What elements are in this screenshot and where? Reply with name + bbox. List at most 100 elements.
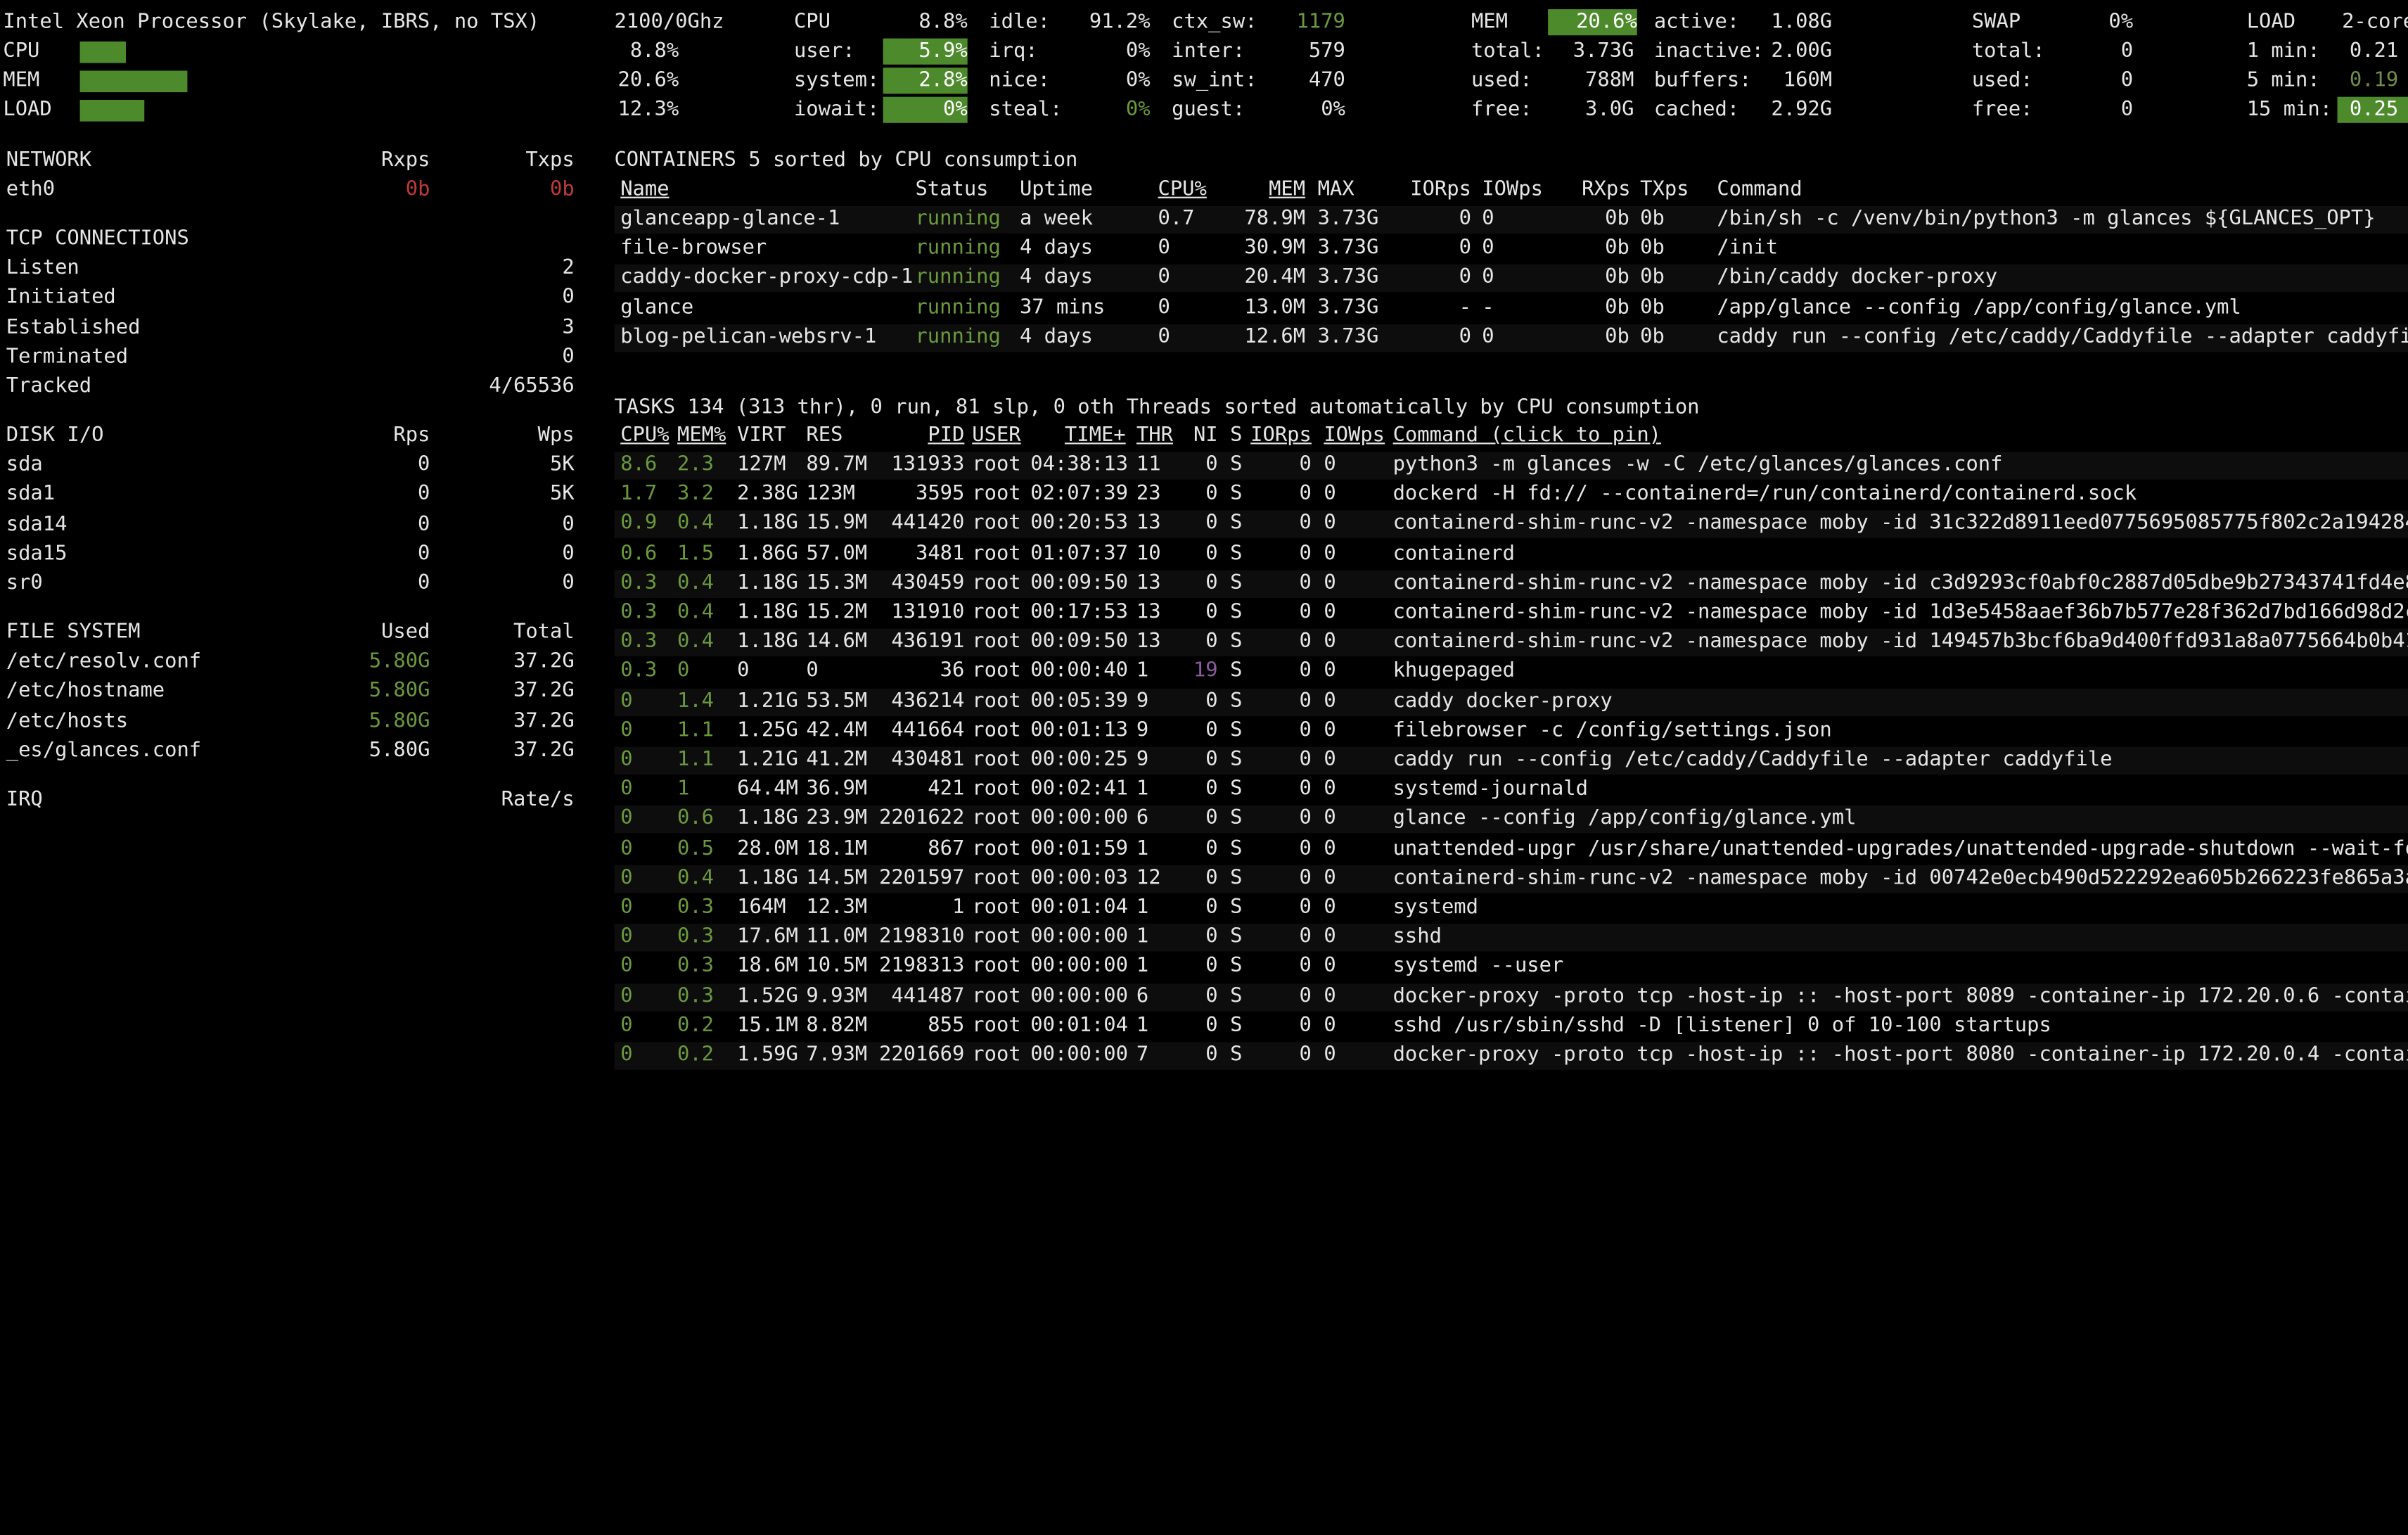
section-title: NETWORK: [6, 148, 92, 172]
process-mem: 0.2: [677, 1043, 715, 1067]
mem-stat-value: 2.92G: [1771, 98, 1833, 122]
process-cpu: 1.7: [620, 483, 658, 507]
process-header-cpu[interactable]: CPU%: [620, 421, 669, 451]
fs-used: 5.80G: [369, 680, 430, 703]
cpu-frequency: 2100/0Ghz: [614, 11, 724, 34]
container-iowps: 0: [1482, 325, 1494, 349]
process-iorps: 0: [1299, 571, 1312, 595]
container-header-cpu[interactable]: CPU%: [1158, 175, 1206, 205]
process-time: 00:20:53: [1030, 512, 1128, 536]
process-cpu: 0: [620, 955, 633, 979]
process-command: sshd /usr/sbin/sshd -D [listener] 0 of 1…: [1392, 1014, 2051, 1038]
container-uptime: a week: [1019, 207, 1093, 231]
process-iorps: 0: [1299, 453, 1312, 477]
tcp-stat-value: 0: [562, 345, 575, 369]
process-iowps: 0: [1324, 836, 1336, 860]
process-command: dockerd -H fd:// --containerd=/run/conta…: [1392, 483, 2137, 507]
process-iowps: 0: [1324, 896, 1336, 919]
process-header-pid[interactable]: PID: [876, 421, 964, 451]
process-cpu: 0: [620, 719, 633, 742]
fs-total: 37.2G: [513, 650, 575, 674]
swap-percent: 0%: [2108, 11, 2134, 34]
process-command: caddy run --config /etc/caddy/Caddyfile …: [1392, 749, 2113, 772]
process-virt: 1.21G: [737, 689, 798, 713]
container-header-mem[interactable]: MEM: [1229, 175, 1305, 205]
mem-stat-value: 160M: [1783, 69, 1833, 93]
disk-name: sda15: [6, 542, 68, 566]
process-virt: 1.18G: [737, 807, 798, 831]
cpu-stat-value: 0%: [1125, 39, 1151, 63]
cpu-stat-label: sw_int:: [1172, 69, 1257, 93]
fs-total: 37.2G: [513, 680, 575, 703]
process-res: 15.3M: [806, 571, 868, 595]
process-thr: 1: [1136, 660, 1149, 683]
process-pid: 441664: [891, 719, 965, 742]
process-mem: 0.4: [677, 571, 715, 595]
container-header-status: Status: [915, 178, 989, 202]
process-mem: 1: [677, 777, 690, 801]
mem-stat-label: buffers:: [1653, 69, 1752, 93]
process-ni: 0: [1205, 955, 1218, 979]
process-virt: 1.18G: [737, 512, 798, 536]
process-thr: 1: [1136, 955, 1149, 979]
container-name: file-browser: [620, 236, 767, 260]
container-header-name[interactable]: Name: [620, 175, 669, 205]
quicklook-label-mem: MEM: [3, 69, 40, 93]
process-pid: 2198313: [878, 955, 965, 979]
disk-name: sr0: [6, 571, 43, 595]
process-status: S: [1230, 660, 1243, 683]
process-header-iowps[interactable]: IOWps: [1324, 421, 1385, 451]
process-header-user[interactable]: USER: [972, 421, 1020, 451]
process-iowps: 0: [1324, 807, 1336, 831]
container-header-rxps: RXps: [1582, 178, 1631, 202]
quicklook-label-cpu: CPU: [3, 39, 40, 63]
process-time: 00:01:04: [1030, 1014, 1128, 1038]
container-name: blog-pelican-websrv-1: [620, 325, 877, 349]
process-header-status: S: [1230, 424, 1243, 447]
process-thr: 10: [1136, 542, 1161, 566]
cpu-stat-label: irq:: [989, 39, 1038, 63]
process-header-thr[interactable]: THR: [1136, 421, 1173, 451]
process-status: S: [1230, 689, 1243, 713]
process-virt: 1.86G: [737, 542, 798, 566]
process-iowps: 0: [1324, 777, 1336, 801]
process-virt: 164M: [737, 896, 786, 919]
process-virt: 0: [737, 660, 750, 683]
process-ni: 0: [1205, 984, 1218, 1008]
process-thr: 13: [1136, 601, 1161, 625]
process-command: docker-proxy -proto tcp -host-ip :: -hos…: [1392, 984, 2408, 1008]
container-iowps: 0: [1482, 266, 1494, 290]
container-row[interactable]: [614, 235, 2408, 264]
disk-read: 0: [418, 453, 430, 477]
process-ni: 0: [1205, 896, 1218, 919]
tcp-stat-value: 0: [562, 286, 575, 310]
process-header-mem[interactable]: MEM%: [677, 421, 726, 451]
disk-write: 0: [562, 571, 575, 595]
process-thr: 11: [1136, 453, 1161, 477]
process-iowps: 0: [1324, 512, 1336, 536]
process-status: S: [1230, 630, 1243, 654]
process-res: 36.9M: [806, 777, 868, 801]
process-header-iorps[interactable]: IORps: [1250, 421, 1312, 451]
process-thr: 6: [1136, 984, 1149, 1008]
fs-used: 5.80G: [369, 650, 430, 674]
process-command: khugepaged: [1392, 660, 1515, 683]
disk-write: 5K: [549, 453, 575, 477]
process-status: S: [1230, 542, 1243, 566]
process-status: S: [1230, 719, 1243, 742]
cpu-stat-label: nice:: [989, 69, 1050, 93]
process-iowps: 0: [1324, 1043, 1336, 1067]
process-pid: 131910: [891, 601, 965, 625]
container-iowps: -: [1482, 295, 1494, 319]
process-pid: 2201597: [878, 866, 965, 890]
process-header-time[interactable]: TIME+: [1030, 421, 1126, 451]
container-header-uptime: Uptime: [1019, 178, 1093, 202]
mem-stat-value: 2.00G: [1771, 39, 1833, 63]
process-ni: 0: [1205, 483, 1218, 507]
container-rxps: 0b: [1605, 207, 1629, 231]
process-iowps: 0: [1324, 955, 1336, 979]
process-time: 04:38:13: [1030, 453, 1128, 477]
mem-stat-label: total:: [1471, 39, 1544, 63]
swap-stat-value: 0: [2120, 39, 2134, 63]
process-header-command[interactable]: Command (click to pin): [1393, 421, 1661, 451]
